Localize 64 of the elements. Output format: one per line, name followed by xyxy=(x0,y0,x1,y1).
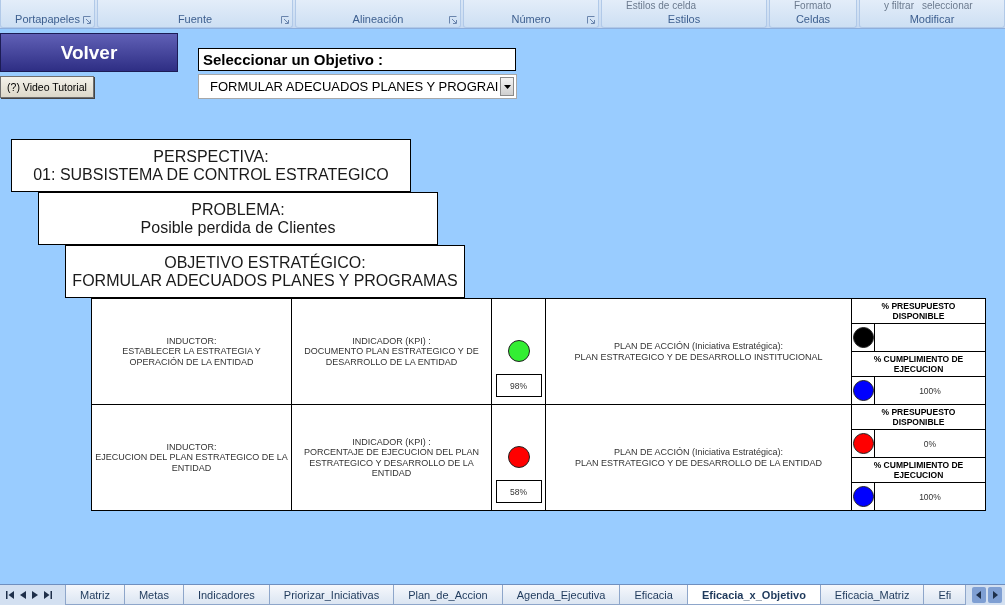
action-plan-label: PLAN DE ACCIÓN (Iniciativa Estratégica): xyxy=(613,447,784,458)
indicator-label: INDICADOR (KPI) : xyxy=(352,335,431,347)
scroll-left-icon[interactable] xyxy=(972,587,986,603)
metric-header: % PRESUPUESTO DISPONIBLE xyxy=(852,299,985,324)
dropdown-button[interactable] xyxy=(500,77,514,96)
ribbon-group-label: Portapapeles xyxy=(15,13,80,26)
caret-down-icon xyxy=(503,84,511,89)
back-button[interactable]: Volver xyxy=(0,33,178,72)
ribbon-group-label: Alineación xyxy=(352,13,404,26)
metric-value: 100% xyxy=(918,490,942,504)
inductor-text: ESTABLECER LA ESTRATEGIA Y OPERACIÓN DE LA ENTIDAD xyxy=(121,346,262,368)
hierarchy-value: Posible perdida de Clientes xyxy=(140,218,336,237)
sheet-tab[interactable]: Metas xyxy=(123,585,184,605)
sheet-tab[interactable]: Priorizar_Iniciativas xyxy=(268,585,395,605)
ribbon-group-label: Número xyxy=(511,13,551,26)
action-plan-text: PLAN ESTRATEGICO Y DE DESARROLLO INSTITUCIONAL xyxy=(574,351,823,362)
metric-header: % PRESUPUESTO DISPONIBLE xyxy=(852,405,985,430)
scroll-right-icon[interactable] xyxy=(988,587,1002,603)
hierarchy-value: 01: SUBSISTEMA DE CONTROL ESTRATEGICO xyxy=(33,165,389,184)
ribbon-command[interactable]: Formato xyxy=(794,0,832,11)
video-tutorial-button[interactable]: (?) Video Tutorial xyxy=(0,76,94,98)
hierarchy-value: FORMULAR ADECUADOS PLANES Y PROGRAMAS xyxy=(72,271,458,290)
hierarchy-label: PROBLEMA: xyxy=(191,200,285,219)
sheet-tab[interactable]: Indicadores xyxy=(182,585,270,605)
inductor-label: INDUCTOR: xyxy=(166,335,217,347)
inductor-text: EJECUCION DEL PLAN ESTRATEGICO DE LA ENTIDAD xyxy=(95,452,288,474)
sheet-tab[interactable]: Eficacia xyxy=(619,585,688,605)
dialog-launcher-icon[interactable] xyxy=(449,15,457,24)
ribbon-command[interactable]: seleccionar xyxy=(922,0,973,11)
metric-value: 100% xyxy=(918,384,942,398)
caret-right-icon[interactable] xyxy=(32,591,38,599)
indicator-label: INDICADOR (KPI) : xyxy=(352,436,431,447)
sheet-tab[interactable]: Efi xyxy=(923,585,967,605)
action-plan-text: PLAN ESTRATEGICO Y DE DESARROLLO DE LA ENTIDAD xyxy=(574,457,823,468)
ribbon-group-label: Modificar xyxy=(909,13,955,26)
ribbon-command[interactable]: y filtrar xyxy=(884,0,914,11)
hierarchy-label: PERSPECTIVA: xyxy=(153,147,269,166)
sheet-tab[interactable]: Matriz xyxy=(65,585,125,605)
caret-left-icon[interactable] xyxy=(20,591,26,599)
inductor-label: INDUCTOR: xyxy=(166,441,217,453)
percent-value: 58% xyxy=(495,480,542,503)
dialog-launcher-icon[interactable] xyxy=(83,15,91,24)
metric-header: % CUMPLIMIENTO DE EJECUCION xyxy=(852,458,985,483)
ribbon-group-label: Celdas xyxy=(795,13,831,26)
metric-header: % CUMPLIMIENTO DE EJECUCION xyxy=(852,352,985,377)
sheet-tab[interactable]: Plan_de_Accion xyxy=(393,585,503,605)
ribbon-group-label: Estilos xyxy=(667,13,701,26)
percent-value: 98% xyxy=(495,374,542,397)
objective-dropdown[interactable]: FORMULAR ADECUADOS PLANES Y PROGRAI xyxy=(198,74,517,99)
metric-value: 0% xyxy=(922,437,938,451)
action-plan-label: PLAN DE ACCIÓN (Iniciativa Estratégica): xyxy=(613,341,784,352)
dialog-launcher-icon[interactable] xyxy=(281,15,289,24)
ribbon-command[interactable]: Estilos de celda xyxy=(626,0,697,11)
skip-forward-icon[interactable] xyxy=(44,591,52,599)
indicator-text: PORCENTAJE DE EJECUCION DEL PLAN ESTRATEGICO Y DESARROLLO DE LA ENTIDAD xyxy=(302,447,480,479)
sheet-tab[interactable]: Agenda_Ejecutiva xyxy=(501,585,621,605)
objective-select-label: Seleccionar un Objetivo : xyxy=(198,48,516,71)
indicator-text: DOCUMENTO PLAN ESTRATEGICO Y DE DESARROLLO DE LA ENTIDAD xyxy=(303,346,480,368)
skip-back-icon[interactable] xyxy=(6,591,14,599)
hierarchy-label: OBJETIVO ESTRATÉGICO: xyxy=(164,253,366,272)
sheet-tab[interactable]: Eficacia_Matriz xyxy=(819,585,925,605)
ribbon-group-label: Fuente xyxy=(177,13,213,26)
dialog-launcher-icon[interactable] xyxy=(587,15,595,24)
sheet-tab[interactable]: Eficacia_x_Objetivo xyxy=(686,585,821,605)
